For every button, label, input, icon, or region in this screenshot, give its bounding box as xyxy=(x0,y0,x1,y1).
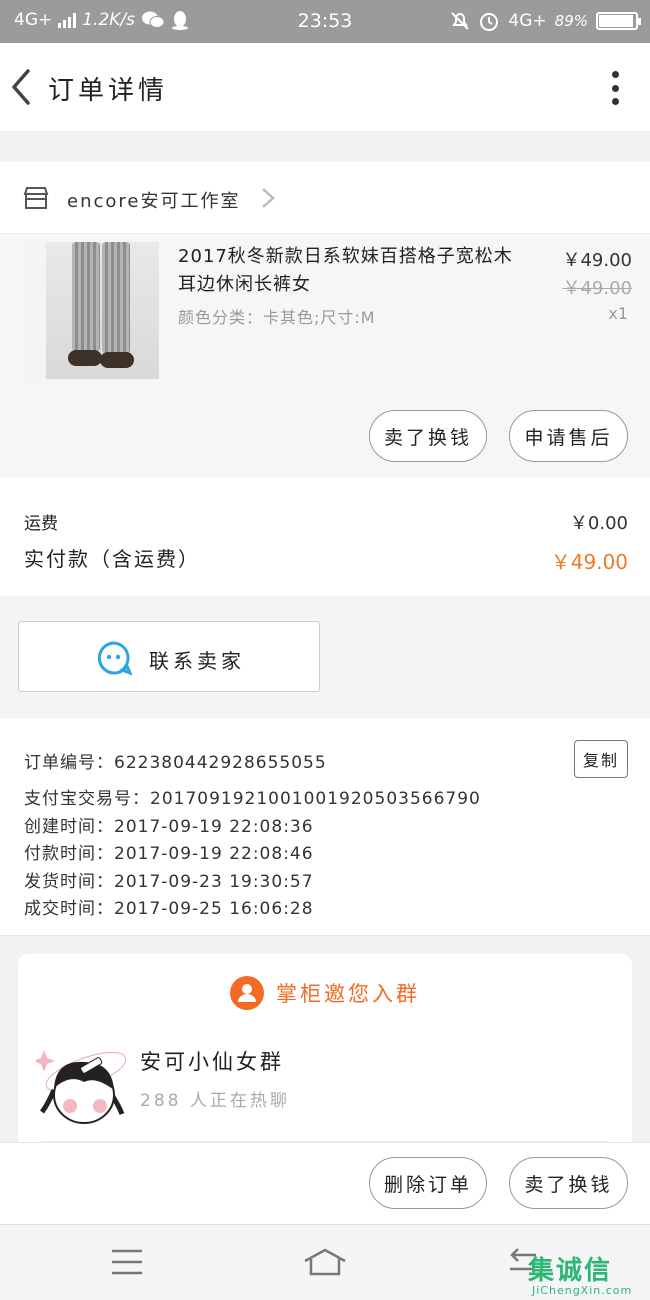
alipay-number: 支付宝交易号：2017091921001001920503566790 xyxy=(24,789,481,809)
watermark-brand: 集诚信 xyxy=(528,1256,613,1286)
product-original-price: ￥49.00 xyxy=(562,278,632,299)
mute-icon xyxy=(451,12,470,30)
order-info: 订单编号：622380442928655055 复制 支付宝交易号：201709… xyxy=(0,718,650,936)
fee-summary: 运费 ￥0.00 实付款（含运费） ￥49.00 xyxy=(0,478,650,596)
created-time: 创建时间：2017-09-19 22:08:36 xyxy=(24,817,314,837)
network-type-right: 4G+ xyxy=(508,11,547,31)
shop-name[interactable]: encore安可工作室 xyxy=(67,187,240,213)
group-member-count: 288 人正在热聊 xyxy=(140,1091,290,1111)
status-bar: 4G+ 1.2K/s 23:53 4G+ 89% xyxy=(0,0,650,43)
total-label: 实付款（含运费） xyxy=(24,547,200,571)
product-title[interactable]: 2017秋冬新款日系软妹百搭格子宽松木耳边休闲长裤女 xyxy=(178,243,518,299)
chat-bubble-icon xyxy=(97,641,132,676)
order-number: 订单编号：622380442928655055 xyxy=(24,753,327,773)
shipping-value: ￥0.00 xyxy=(569,513,628,534)
copy-button[interactable]: 复制 xyxy=(574,740,628,778)
home-icon[interactable] xyxy=(302,1247,348,1277)
group-invite-heading: 掌柜邀您入群 xyxy=(276,982,420,1006)
product-spec: 颜色分类：卡其色;尺寸:M xyxy=(178,308,376,327)
sell-exchange-button[interactable]: 卖了换钱 xyxy=(369,410,487,462)
paid-time: 付款时间：2017-09-19 22:08:46 xyxy=(24,844,314,864)
chevron-right-icon xyxy=(262,188,275,208)
group-invite-card[interactable]: 掌柜邀您入群 安可小仙女群 288 人正在热聊 xyxy=(18,954,632,1154)
product-thumbnail[interactable] xyxy=(22,242,159,379)
product-item[interactable]: 2017秋冬新款日系软妹百搭格子宽松木耳边休闲长裤女 颜色分类：卡其色;尺寸:M… xyxy=(0,234,650,478)
battery-icon xyxy=(596,12,641,30)
shipping-label: 运费 xyxy=(24,514,58,534)
bottom-action-bar: 删除订单 卖了换钱 xyxy=(0,1142,650,1224)
after-sale-button[interactable]: 申请售后 xyxy=(509,410,628,462)
alarm-icon xyxy=(480,13,499,31)
delete-order-button[interactable]: 删除订单 xyxy=(369,1157,487,1209)
group-invite-area: 掌柜邀您入群 安可小仙女群 288 人正在热聊 xyxy=(0,936,650,1154)
total-value: ￥49.00 xyxy=(550,550,628,574)
product-price: ￥49.00 xyxy=(562,250,632,271)
footer-sell-exchange-button[interactable]: 卖了换钱 xyxy=(509,1157,628,1209)
more-menu-icon[interactable] xyxy=(610,71,620,105)
completed-time: 成交时间：2017-09-25 16:06:28 xyxy=(24,899,314,919)
page-title: 订单详情 xyxy=(48,76,169,106)
product-quantity: x1 xyxy=(608,304,628,323)
group-avatar xyxy=(36,1050,127,1124)
battery-percent: 89% xyxy=(554,12,588,30)
shipped-time: 发货时间：2017-09-23 19:30:57 xyxy=(24,872,314,892)
group-icon xyxy=(230,976,264,1010)
contact-section: 联系卖家 xyxy=(0,596,650,718)
shop-row[interactable]: encore安可工作室 xyxy=(0,162,650,234)
group-name[interactable]: 安可小仙女群 xyxy=(140,1046,284,1076)
store-icon xyxy=(23,187,49,209)
watermark-logo: 集诚信 JiChengXin.com xyxy=(528,1250,646,1298)
back-arrow-icon[interactable] xyxy=(8,67,38,107)
app-header: 订单详情 xyxy=(0,43,650,131)
watermark-site: JiChengXin.com xyxy=(532,1284,633,1297)
contact-seller-button[interactable]: 联系卖家 xyxy=(18,621,320,692)
menu-icon[interactable] xyxy=(110,1247,144,1277)
contact-seller-label: 联系卖家 xyxy=(149,649,245,673)
